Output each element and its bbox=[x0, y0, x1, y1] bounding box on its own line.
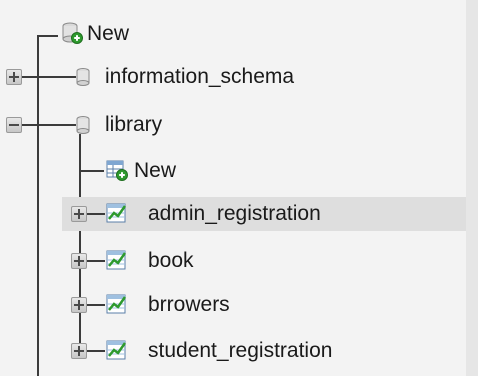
tree-line bbox=[87, 350, 105, 352]
expand-plus-icon[interactable] bbox=[71, 206, 87, 222]
new-database-icon bbox=[62, 22, 83, 44]
tree-line bbox=[22, 124, 76, 126]
new-table-label[interactable]: New bbox=[134, 159, 176, 183]
tree-row-database-library[interactable]: library bbox=[0, 108, 466, 142]
tree-line bbox=[22, 76, 76, 78]
tree-row-database-information-schema[interactable]: information_schema bbox=[0, 60, 466, 94]
tree-row-table-book[interactable]: book bbox=[0, 244, 466, 278]
table-chart-icon bbox=[106, 294, 127, 314]
new-table-icon bbox=[106, 160, 128, 181]
database-name-label[interactable]: library bbox=[105, 113, 162, 137]
tree-row-table-student-registration[interactable]: student_registration bbox=[0, 334, 466, 368]
database-icon bbox=[76, 68, 90, 86]
tree-line bbox=[87, 213, 105, 215]
expand-plus-icon[interactable] bbox=[71, 253, 87, 269]
table-name-label[interactable]: book bbox=[148, 249, 194, 273]
expand-plus-icon[interactable] bbox=[71, 297, 87, 313]
tree-row-table-brrowers[interactable]: brrowers bbox=[0, 288, 466, 322]
table-name-label[interactable]: student_registration bbox=[148, 339, 332, 363]
collapse-minus-icon[interactable] bbox=[6, 117, 22, 133]
tree-line bbox=[79, 170, 104, 172]
expand-plus-icon[interactable] bbox=[71, 343, 87, 359]
tree-line bbox=[87, 304, 105, 306]
navigation-tree-panel: New information_schema library New admin… bbox=[0, 0, 466, 376]
tree-row-table-admin-registration[interactable]: admin_registration bbox=[0, 197, 466, 231]
expand-plus-icon[interactable] bbox=[6, 69, 22, 85]
database-icon bbox=[76, 116, 90, 134]
tree-line bbox=[87, 260, 105, 262]
table-chart-icon bbox=[106, 250, 127, 270]
table-name-label[interactable]: brrowers bbox=[148, 293, 230, 317]
database-name-label[interactable]: information_schema bbox=[105, 65, 294, 89]
table-chart-icon bbox=[106, 203, 127, 223]
panel-scroll-edge bbox=[466, 0, 478, 376]
table-chart-icon bbox=[106, 340, 127, 360]
tree-row-new-table[interactable]: New bbox=[0, 153, 466, 187]
tree-row-new-database[interactable]: New bbox=[0, 18, 466, 52]
new-database-label[interactable]: New bbox=[87, 22, 129, 46]
table-name-label[interactable]: admin_registration bbox=[148, 202, 321, 226]
